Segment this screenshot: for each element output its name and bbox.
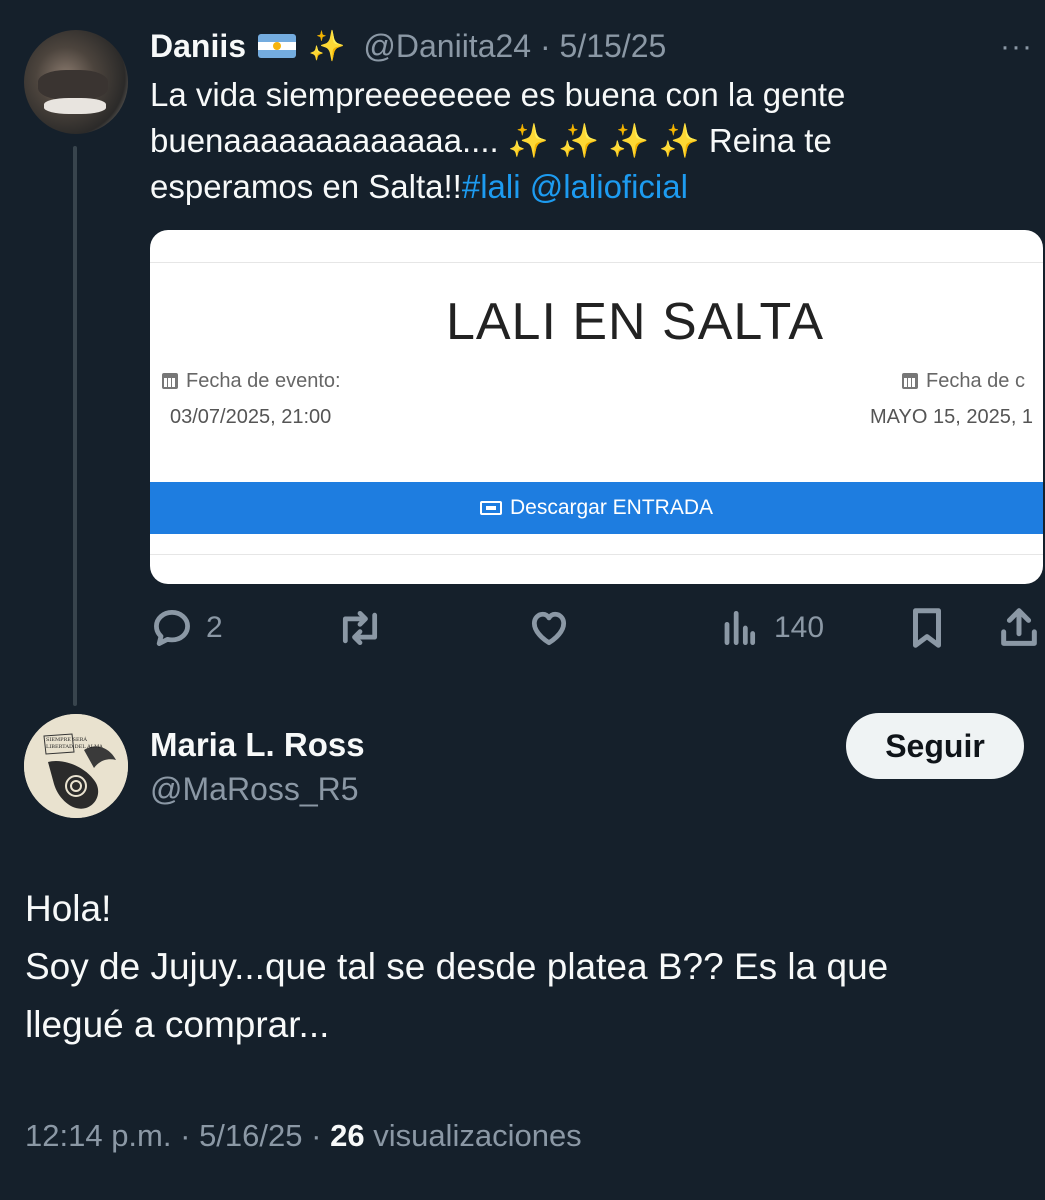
- reply-tweet-text: Hola! Soy de Jujuy...que tal se desde pl…: [25, 880, 1015, 1054]
- tweet-date[interactable]: 5/15/25: [560, 28, 667, 65]
- like-button[interactable]: [526, 606, 572, 650]
- thread-line: [73, 146, 77, 706]
- dot-separator: ·: [180, 1118, 191, 1153]
- tweet-image[interactable]: LALI EN SALTA Fecha de evento: 03/07/202…: [150, 230, 1043, 584]
- avatar-daniis[interactable]: [24, 30, 128, 134]
- bookmark-icon: [913, 608, 941, 648]
- calendar-icon: [162, 373, 178, 389]
- tweet-text-segment: buenaaaaaaaaaaaaa....: [150, 122, 499, 159]
- divider: [150, 262, 1043, 263]
- views-count: 26: [330, 1118, 365, 1153]
- views-label: visualizaciones: [373, 1118, 582, 1153]
- tweet-text-line: Hola!: [25, 888, 112, 929]
- tweet-text-line: Soy de Jujuy...que tal se desde platea B…: [25, 946, 889, 987]
- share-icon: [1001, 608, 1037, 646]
- hashtag-link[interactable]: #lali: [462, 168, 521, 205]
- tweet-text-line: llegué a comprar...: [25, 1004, 330, 1045]
- follow-button[interactable]: Seguir: [846, 713, 1024, 779]
- tweet-text-line: La vida siempreeeeeeee es buena con la g…: [150, 76, 846, 113]
- avatar-photo-shape: [38, 70, 108, 100]
- reply-author-name[interactable]: Maria L. Ross: [150, 726, 365, 764]
- avatar-maria-ross[interactable]: SIEMPRE SERÁ LIBERTAD DEL ALMA: [24, 714, 128, 818]
- event-title: LALI EN SALTA: [445, 293, 825, 351]
- bookmark-button[interactable]: [904, 606, 950, 650]
- bird-logo-icon: SIEMPRE SERÁ LIBERTAD DEL ALMA: [24, 714, 128, 818]
- event-date-label-text: Fecha de evento:: [186, 370, 341, 392]
- share-button[interactable]: [996, 606, 1042, 650]
- purchase-date-label-text: Fecha de c: [926, 370, 1025, 392]
- tweet-text-segment: Reina te: [708, 122, 832, 159]
- argentina-flag-icon: [258, 34, 297, 58]
- event-date-value: 03/07/2025, 21:00: [170, 406, 332, 428]
- purchase-date-label: Fecha de c: [902, 370, 1025, 393]
- divider: [150, 554, 1043, 555]
- tweet-text-segment: esperamos en Salta!!: [150, 168, 462, 205]
- reply-icon: [154, 610, 190, 646]
- views-button[interactable]: 140: [718, 606, 824, 650]
- avatar-photo-shape-light: [44, 98, 106, 114]
- heart-icon: [531, 611, 567, 646]
- reply-button[interactable]: 2: [150, 606, 223, 650]
- tweet-metadata: 12:14 p.m. · 5/16/25 · 26 visualizacione…: [25, 1118, 582, 1154]
- download-ticket-bar: Descargar ENTRADA: [150, 482, 1043, 534]
- retweet-button[interactable]: [336, 606, 384, 650]
- sparkles-icon: ✨: [308, 29, 346, 63]
- download-ticket-label: Descargar ENTRADA: [509, 496, 714, 519]
- tweet-time[interactable]: 12:14 p.m.: [25, 1118, 171, 1153]
- tweet-text-line: esperamos en Salta!!#lali @lalioficial: [150, 164, 1030, 210]
- author-name[interactable]: Daniis: [150, 28, 246, 65]
- ticket-icon: [479, 501, 502, 515]
- parent-tweet-header: Daniis ✨ @Daniita24 · 5/15/25: [150, 26, 666, 66]
- mention-link[interactable]: @lalioficial: [530, 168, 688, 205]
- tweet-date[interactable]: 5/16/25: [199, 1118, 302, 1153]
- reply-author-handle[interactable]: @MaRoss_R5: [150, 771, 359, 808]
- dot-separator: ·: [531, 27, 560, 64]
- analytics-icon: [724, 610, 756, 646]
- calendar-icon: [902, 373, 918, 389]
- dot-separator: ·: [311, 1118, 322, 1153]
- avatar-caption-line1: SIEMPRE SERÁ: [46, 736, 87, 743]
- parent-tweet-text: La vida siempreeeeeeee es buena con la g…: [150, 72, 1030, 210]
- purchase-date-value: MAYO 15, 2025, 1: [870, 406, 1034, 428]
- author-handle[interactable]: @Daniita24: [363, 28, 531, 65]
- views-count: 140: [774, 611, 825, 644]
- sparkles-icon: ✨ ✨ ✨ ✨: [507, 122, 700, 159]
- avatar-caption-line2: LIBERTAD DEL ALMA: [46, 744, 103, 750]
- event-date-label: Fecha de evento:: [162, 370, 341, 393]
- more-options-icon[interactable]: ···: [1000, 30, 1033, 64]
- reply-count: 2: [206, 611, 223, 644]
- retweet-icon: [342, 610, 378, 646]
- tweet-text-line: buenaaaaaaaaaaaaa.... ✨ ✨ ✨ ✨ Reina te: [150, 118, 1030, 164]
